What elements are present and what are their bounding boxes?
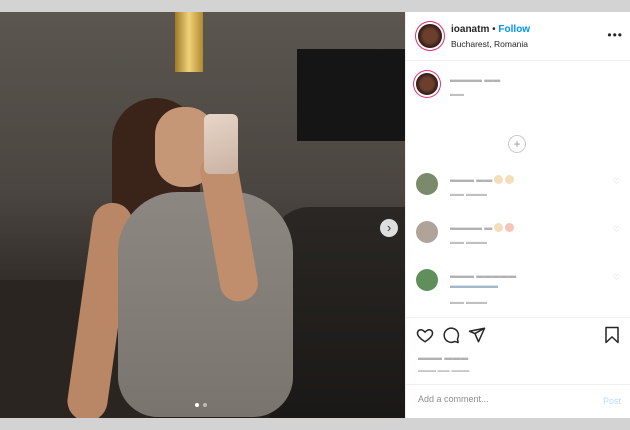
- avatar[interactable]: [418, 24, 442, 48]
- heart-icon[interactable]: ♡: [613, 177, 620, 186]
- emoji: [494, 223, 504, 233]
- person: [64, 92, 310, 418]
- tv: [297, 49, 405, 141]
- follow-button[interactable]: Follow: [498, 24, 530, 35]
- post-button[interactable]: Post: [603, 396, 621, 406]
- heart-icon[interactable]: ♡: [613, 273, 620, 282]
- location-link[interactable]: Bucharest, Romania: [451, 39, 528, 49]
- carousel-dot: [195, 403, 199, 407]
- more-dots-icon[interactable]: •••: [607, 28, 623, 42]
- blurred-text: ▬▬: [450, 91, 464, 98]
- emoji: [505, 223, 515, 233]
- blurred-text: ▬▬▬ ▬▬: [450, 175, 515, 185]
- avatar[interactable]: [416, 73, 438, 95]
- blurred-text: ▬▬▬▬ ▬▬: [450, 75, 501, 84]
- carousel-dots: [195, 403, 207, 407]
- comment-icon[interactable]: [442, 326, 460, 344]
- bookmark-icon[interactable]: [604, 326, 620, 344]
- avatar[interactable]: [416, 221, 438, 243]
- blurred-text: ▬▬▬ ▬▬▬: [418, 353, 469, 362]
- blurred-text: ▬▬ ▬▬▬: [450, 239, 487, 246]
- blurred-text: ▬▬▬▬▬▬: [450, 281, 498, 290]
- share-icon[interactable]: [468, 326, 486, 344]
- action-bar: ▬▬▬ ▬▬▬ ▬▬▬ ▬▬ ▬▬▬: [406, 317, 630, 378]
- carousel-dot: [203, 403, 207, 407]
- avatar[interactable]: [416, 173, 438, 195]
- blurred-text: ▬▬ ▬▬▬: [450, 191, 487, 198]
- post-modal: › ioanatm • Follow Bucharest, Romania ••…: [0, 12, 630, 418]
- emoji: [505, 175, 515, 185]
- post-photo[interactable]: ›: [0, 12, 405, 418]
- blurred-text: ▬▬▬ ▬▬▬▬▬: [450, 271, 517, 280]
- wall-light: [175, 12, 203, 72]
- chevron-right-icon: ›: [386, 220, 392, 235]
- post-sidebar: ioanatm • Follow Bucharest, Romania ••• …: [405, 12, 630, 418]
- blurred-text: ▬▬▬ ▬▬ ▬▬▬: [418, 368, 470, 374]
- header-line: ioanatm • Follow: [451, 24, 530, 35]
- blurred-text: ▬▬ ▬▬▬: [450, 299, 487, 306]
- add-comment-bar: Post: [406, 384, 630, 419]
- comment-input[interactable]: [416, 393, 590, 405]
- dress: [118, 192, 293, 417]
- emoji: [494, 175, 504, 185]
- load-more-comments-button[interactable]: +: [508, 135, 526, 153]
- username-link[interactable]: ioanatm: [451, 24, 489, 35]
- blurred-text: ▬▬▬▬ ▬: [450, 223, 515, 233]
- separator: •: [492, 24, 496, 35]
- comments-list: ▬▬▬▬ ▬▬ ▬▬ + ▬▬▬ ▬▬ ▬▬ ▬▬▬ ♡ ▬▬▬▬ ▬ ▬▬ ▬…: [406, 61, 630, 316]
- phone: [204, 114, 238, 174]
- post-header: ioanatm • Follow Bucharest, Romania •••: [406, 12, 630, 61]
- heart-icon[interactable]: [416, 326, 434, 344]
- next-photo-button[interactable]: ›: [380, 219, 398, 237]
- avatar[interactable]: [416, 269, 438, 291]
- heart-icon[interactable]: ♡: [613, 225, 620, 234]
